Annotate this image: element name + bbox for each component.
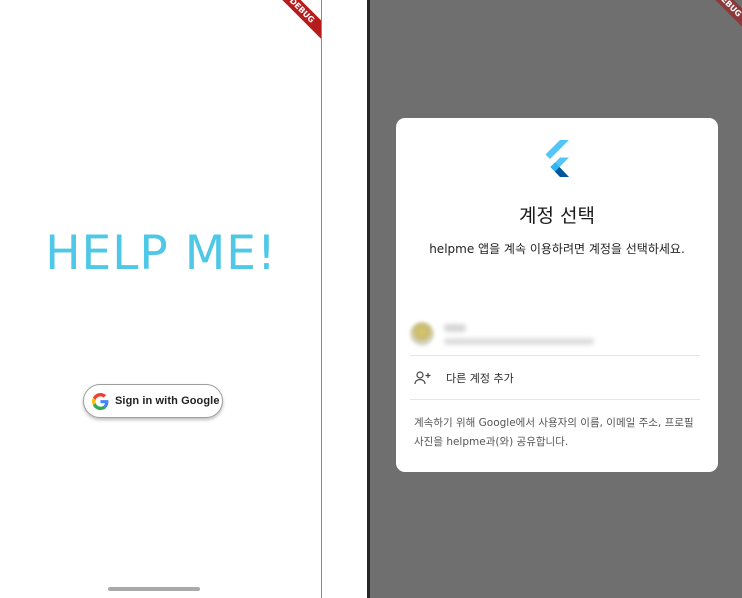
home-indicator [108, 587, 200, 591]
account-chooser-dialog: 계정 선택 helpme 앱을 계속 이용하려면 계정을 선택하세요. 다른 계… [396, 118, 718, 472]
add-account-label: 다른 계정 추가 [446, 372, 514, 385]
debug-banner: DEBUG [692, 0, 742, 41]
account-picker-screen: DEBUG 계정 선택 helpme 앱을 계속 이용하려면 계정을 선택하세요… [367, 0, 742, 598]
person-add-icon [414, 371, 431, 385]
debug-banner: DEBUG [265, 0, 321, 47]
add-another-account-button[interactable]: 다른 계정 추가 [414, 367, 700, 389]
sign-in-with-google-button[interactable]: Sign in with Google [83, 384, 223, 418]
google-g-icon [92, 392, 109, 410]
consent-text: 계속하기 위해 Google에서 사용자의 이름, 이메일 주소, 프로필 사진… [414, 417, 694, 448]
dialog-subtitle: helpme 앱을 계속 이용하려면 계정을 선택하세요. [429, 242, 685, 256]
dialog-title: 계정 선택 [519, 205, 595, 227]
account-email-redacted [444, 337, 594, 345]
app-title: HELP ME! [45, 226, 277, 281]
account-name-redacted [444, 323, 466, 332]
login-screen: DEBUG HELP ME! Sign in with Google [0, 0, 322, 598]
screen-gap [323, 0, 367, 598]
flutter-logo-icon [545, 140, 569, 177]
sign-in-button-label: Sign in with Google [115, 395, 220, 407]
account-list-item[interactable] [410, 314, 700, 354]
divider [410, 355, 700, 356]
account-info-blurred [444, 323, 594, 345]
avatar [410, 322, 434, 346]
divider [410, 399, 700, 400]
